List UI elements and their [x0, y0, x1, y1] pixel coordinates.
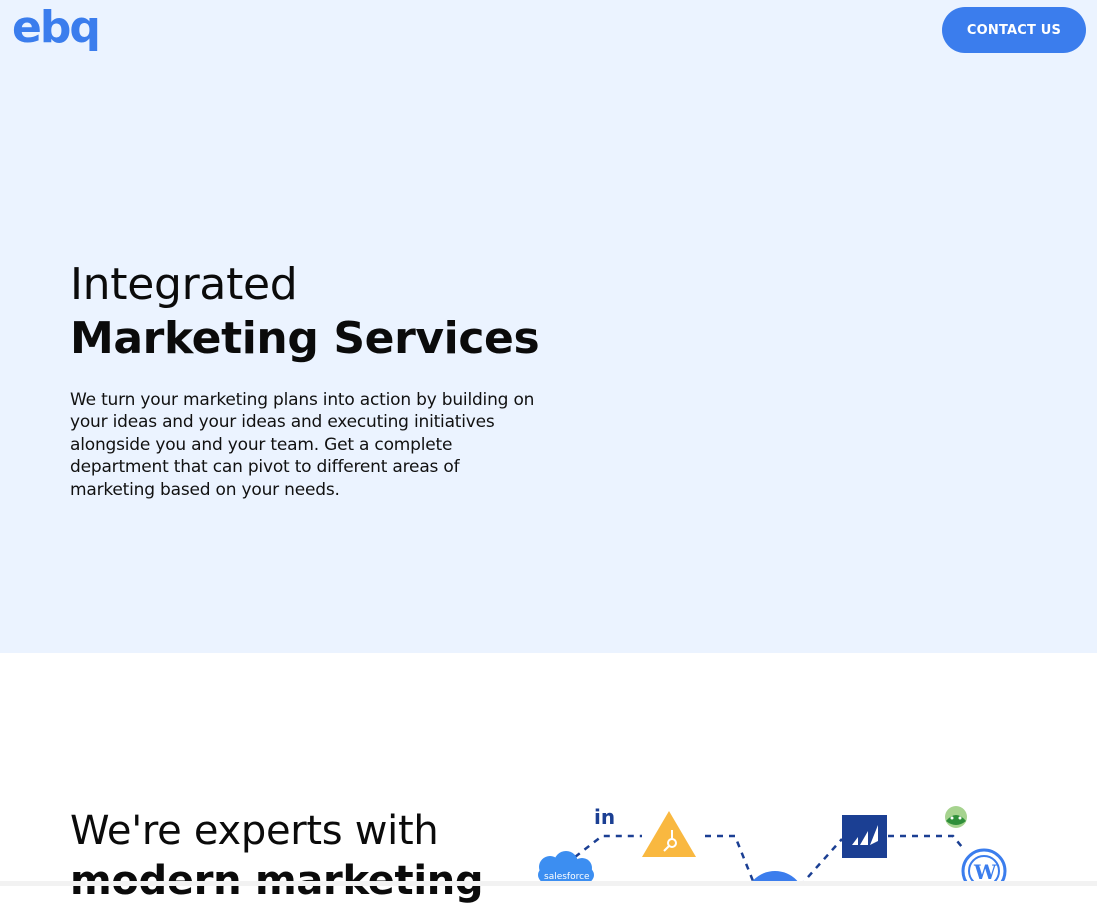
hubspot-icon [642, 811, 696, 857]
hero-title: Integrated Marketing Services [70, 258, 540, 366]
svg-text:in: in [594, 805, 615, 829]
hero-section: ebq CONTACT US Integrated Marketing Serv… [0, 0, 1097, 653]
hero-title-line2: Marketing Services [70, 313, 540, 364]
hero-title-line1: Integrated [70, 259, 298, 310]
experts-section-title: We're experts with modern marketing [70, 806, 484, 906]
ebq-logo[interactable]: ebq [12, 0, 101, 58]
hero-description: We turn your marketing plans into action… [70, 390, 535, 500]
bottom-scroll-edge [0, 881, 1097, 886]
basecamp-icon [945, 806, 967, 828]
contact-us-button[interactable]: CONTACT US [942, 7, 1086, 53]
marketo-icon [842, 815, 887, 858]
linkedin-icon: in [594, 805, 615, 829]
integrations-diagram: in salesforce W [538, 805, 1007, 886]
experts-title-line1: We're experts with [70, 808, 439, 854]
